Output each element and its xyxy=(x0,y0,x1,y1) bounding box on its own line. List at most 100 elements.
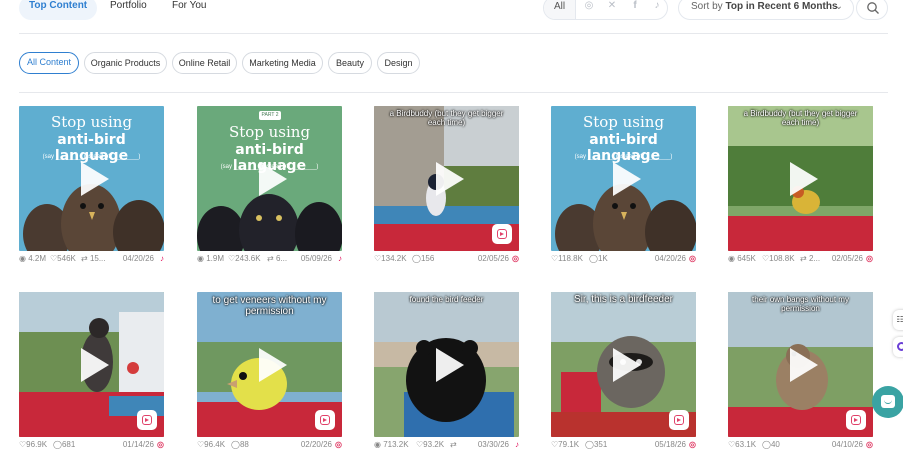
play-icon[interactable] xyxy=(784,162,818,196)
facebook-icon[interactable]: f xyxy=(628,0,642,11)
thumbnail-subtitle: (say ________ instead of ________) xyxy=(42,154,141,160)
play-icon[interactable] xyxy=(607,348,641,382)
post-date: 03/30/26 xyxy=(477,440,509,449)
instagram-icon: ◎ xyxy=(335,440,342,449)
category-marketing-media[interactable]: Marketing Media xyxy=(242,52,323,74)
comments-stat: ◯351 xyxy=(585,440,608,449)
tab-for-you[interactable]: For You xyxy=(162,0,216,20)
play-icon[interactable] xyxy=(253,348,287,382)
views-stat: ◉ 645K xyxy=(728,254,756,263)
content-card[interactable]: Stop using anti-bird language (say _____… xyxy=(551,106,696,263)
video-thumbnail[interactable] xyxy=(19,292,164,437)
video-overlay-text: found the bird feeder xyxy=(409,295,484,304)
content-card[interactable]: a Birdbuddy (but they get bigger each ti… xyxy=(374,106,519,263)
video-thumbnail[interactable]: their own bangs without my permission xyxy=(728,292,873,437)
play-icon[interactable] xyxy=(607,162,641,196)
video-thumbnail[interactable]: Stop using anti-bird language (say _____… xyxy=(19,106,164,251)
x-icon[interactable]: ✕ xyxy=(605,0,619,11)
content-card[interactable]: to get veneers without my permission ♡96… xyxy=(197,292,342,449)
views-stat: ◉ 713.2K xyxy=(374,440,409,449)
card-stats: ◉ 1.9M ♡243.6K ⇄ 6... 05/09/26 ♪ xyxy=(197,254,342,266)
video-overlay-text: their own bangs without my permission xyxy=(752,295,849,313)
instagram-icon: ◎ xyxy=(866,254,873,263)
video-thumbnail[interactable]: a Birdbuddy (but they get bigger each ti… xyxy=(374,106,519,251)
comments-stat: ◯681 xyxy=(53,440,76,449)
play-icon[interactable] xyxy=(253,162,287,196)
card-stats: ♡63.1K ◯40 04/10/26 ◎ xyxy=(728,440,873,452)
post-date: 04/20/26 xyxy=(654,254,686,263)
play-icon[interactable] xyxy=(784,348,818,382)
likes-stat: ♡546K xyxy=(50,254,76,263)
content-card[interactable]: found the bird feeder ◉ 713.2K ♡93.2K ⇄ … xyxy=(374,292,519,449)
likes-stat: ♡79.1K xyxy=(551,440,580,449)
category-organic-products[interactable]: Organic Products xyxy=(84,52,167,74)
tab-top-content[interactable]: Top Content xyxy=(19,0,98,20)
video-thumbnail[interactable]: to get veneers without my permission xyxy=(197,292,342,437)
content-card[interactable]: a Birdbuddy (but they get bigger each ti… xyxy=(728,106,873,263)
post-date: 05/18/26 xyxy=(654,440,686,449)
category-all-content[interactable]: All Content xyxy=(19,52,79,74)
video-thumbnail[interactable]: Stop using anti-bird language (say _____… xyxy=(551,106,696,251)
side-widget-button[interactable]: ☷ xyxy=(893,310,903,330)
post-date: 02/20/26 xyxy=(300,440,332,449)
video-thumbnail[interactable]: PART 2 Stop using anti-bird language (sa… xyxy=(197,106,342,251)
accessibility-icon[interactable] xyxy=(893,337,903,357)
video-overlay-text: a Birdbuddy (but they get bigger each ti… xyxy=(389,109,504,127)
play-icon[interactable] xyxy=(75,348,109,382)
top-navigation: Top Content Portfolio For You All ◎ ✕ f … xyxy=(0,0,903,22)
category-online-retail[interactable]: Online Retail xyxy=(172,52,237,74)
divider xyxy=(19,92,888,93)
part-badge: PART 2 xyxy=(259,111,281,120)
instagram-icon[interactable]: ◎ xyxy=(582,0,596,11)
content-card[interactable]: ♡96.9K ◯681 01/14/26 ◎ xyxy=(19,292,164,449)
network-filter: All ◎ ✕ f ♪ xyxy=(543,0,668,20)
tiktok-icon[interactable]: ♪ xyxy=(650,0,664,11)
play-icon[interactable] xyxy=(430,348,464,382)
tab-portfolio[interactable]: Portfolio xyxy=(100,0,157,20)
instagram-icon: ◎ xyxy=(157,440,164,449)
video-thumbnail[interactable]: found the bird feeder xyxy=(374,292,519,437)
play-icon[interactable] xyxy=(75,162,109,196)
content-card[interactable]: Sir, this is a birdfeeder ♡79.1K ◯351 05… xyxy=(551,292,696,449)
views-stat: ◉ 1.9M xyxy=(197,254,224,263)
video-thumbnail[interactable]: a Birdbuddy (but they get bigger each ti… xyxy=(728,106,873,251)
content-card[interactable]: PART 2 Stop using anti-bird language (sa… xyxy=(197,106,342,263)
category-beauty[interactable]: Beauty xyxy=(328,52,372,74)
sort-dropdown[interactable]: Sort by Top in Recent 6 Months ⌄ xyxy=(678,0,854,20)
post-date: 01/14/26 xyxy=(122,440,154,449)
tiktok-icon: ♪ xyxy=(338,254,342,263)
likes-stat: ♡63.1K xyxy=(728,440,757,449)
chevron-down-icon: ⌄ xyxy=(834,1,843,12)
content-card[interactable]: their own bangs without my permission ♡6… xyxy=(728,292,873,449)
likes-stat: ♡93.2K xyxy=(416,440,445,449)
reel-icon xyxy=(846,410,866,430)
reel-icon xyxy=(669,410,689,430)
content-card[interactable]: Stop using anti-bird language (say _____… xyxy=(19,106,164,263)
likes-stat: ♡108.8K xyxy=(762,254,795,263)
chat-icon[interactable] xyxy=(872,386,903,418)
likes-stat: ♡96.9K xyxy=(19,440,48,449)
shares-stat: ⇄ 2... xyxy=(800,254,821,263)
reel-icon xyxy=(492,224,512,244)
post-date: 04/20/26 xyxy=(122,254,154,263)
shares-stat: ⇄ 6... xyxy=(267,254,288,263)
video-overlay-text: Sir, this is a birdfeeder xyxy=(574,294,673,305)
video-overlay-text: a Birdbuddy (but they get bigger each ti… xyxy=(743,109,858,127)
sort-prefix: Sort by xyxy=(691,1,726,12)
instagram-icon: ◎ xyxy=(689,440,696,449)
shares-stat: ⇄ 15... xyxy=(81,254,106,263)
category-design[interactable]: Design xyxy=(377,52,420,74)
instagram-icon: ◎ xyxy=(689,254,696,263)
reel-icon xyxy=(137,410,157,430)
shares-stat: ⇄ xyxy=(450,440,457,449)
play-icon[interactable] xyxy=(430,162,464,196)
thumbnail-title: Stop using xyxy=(228,123,311,141)
thumbnail-subtitle: (say ________ instead of ________) xyxy=(574,154,673,160)
instagram-icon: ◎ xyxy=(512,254,519,263)
search-button[interactable] xyxy=(856,0,888,20)
video-thumbnail[interactable]: Sir, this is a birdfeeder xyxy=(551,292,696,437)
likes-stat: ♡243.6K xyxy=(228,254,261,263)
post-date: 02/05/26 xyxy=(831,254,863,263)
network-all-button[interactable]: All xyxy=(544,0,576,19)
card-stats: ♡134.2K ◯156 02/05/26 ◎ xyxy=(374,254,519,266)
